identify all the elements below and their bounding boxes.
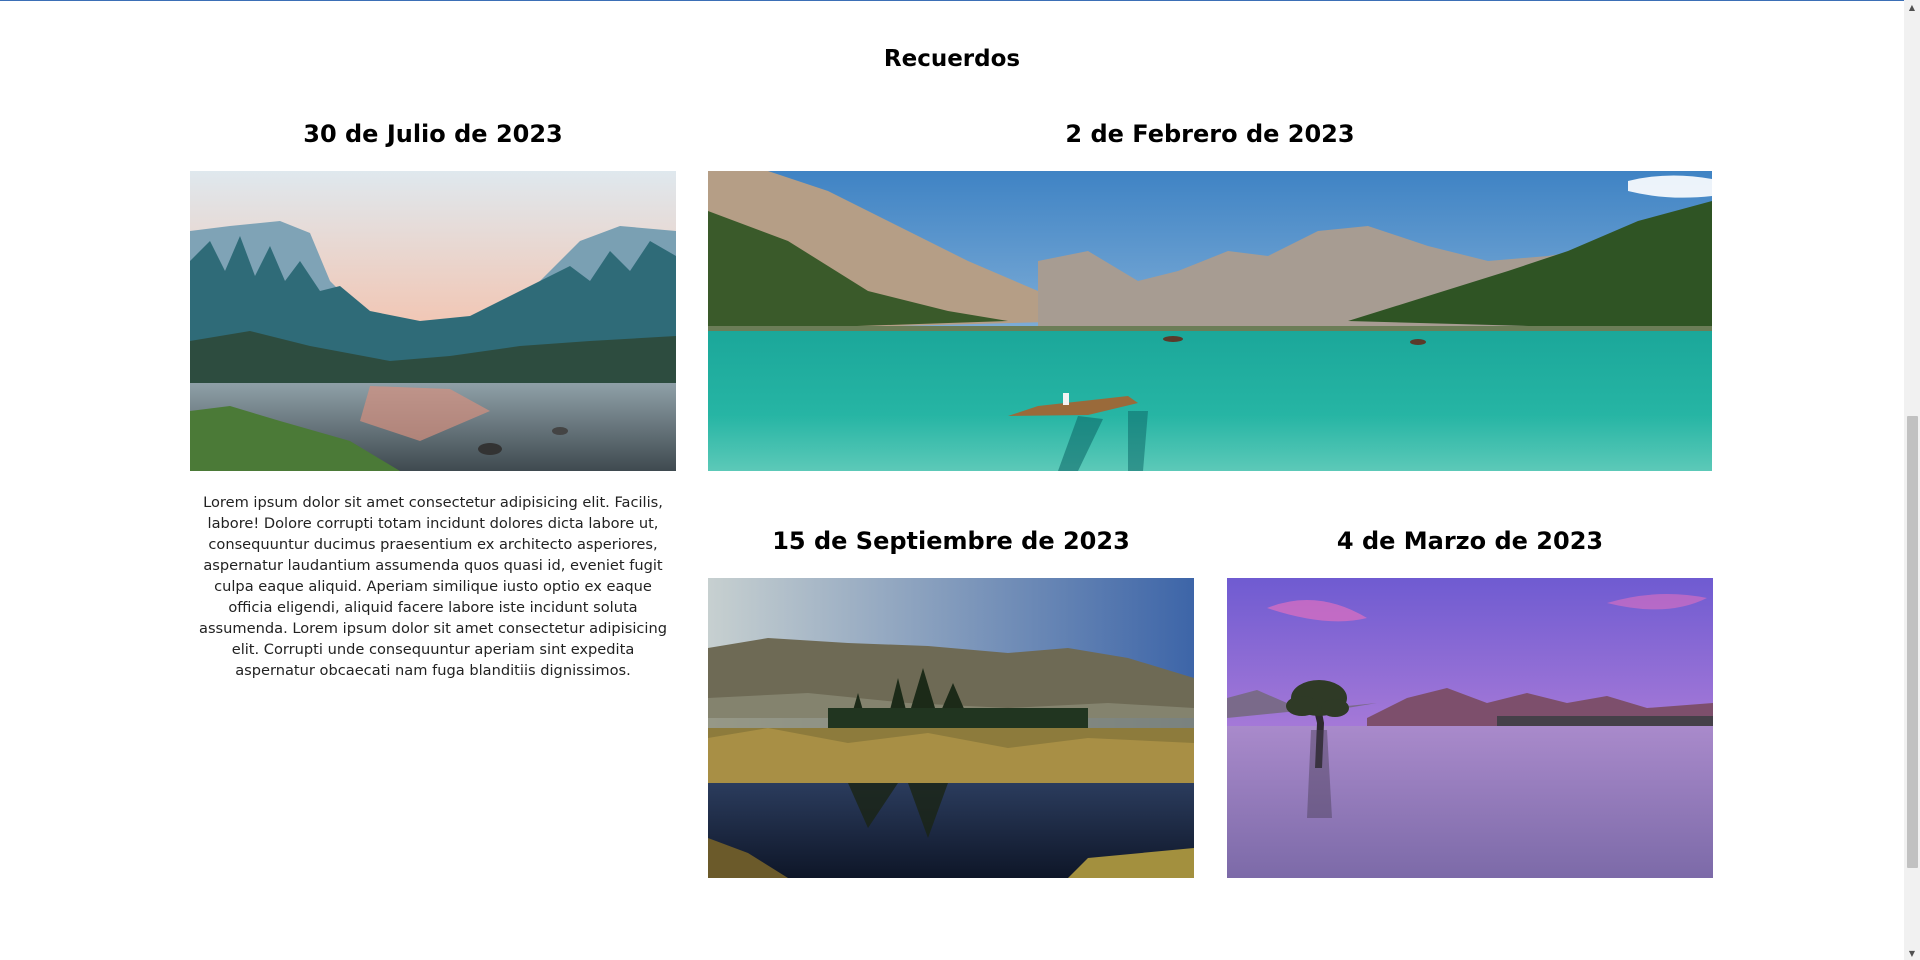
page-title: Recuerdos [883,46,1021,72]
lone-tree-lake-photo [1227,578,1713,878]
scroll-up-arrow-icon[interactable]: ▲ [1904,0,1920,14]
card-date-title: 15 de Septiembre de 2023 [772,527,1130,555]
card-date-title: 30 de Julio de 2023 [303,120,563,148]
scrollbar-thumb[interactable] [1907,416,1918,868]
meadow-lake-photo [708,578,1194,878]
mountain-lake-photo [708,171,1712,471]
scroll-down-arrow-icon[interactable]: ▼ [1904,946,1920,960]
card-date-title: 2 de Febrero de 2023 [1065,120,1355,148]
card-date-title: 4 de Marzo de 2023 [1336,527,1604,555]
forest-valley-photo [190,171,676,471]
vertical-scrollbar[interactable]: ▲ ▼ [1904,0,1920,960]
memory-description: Lorem ipsum dolor sit amet consectetur a… [199,494,667,679]
top-border [0,0,1904,1]
